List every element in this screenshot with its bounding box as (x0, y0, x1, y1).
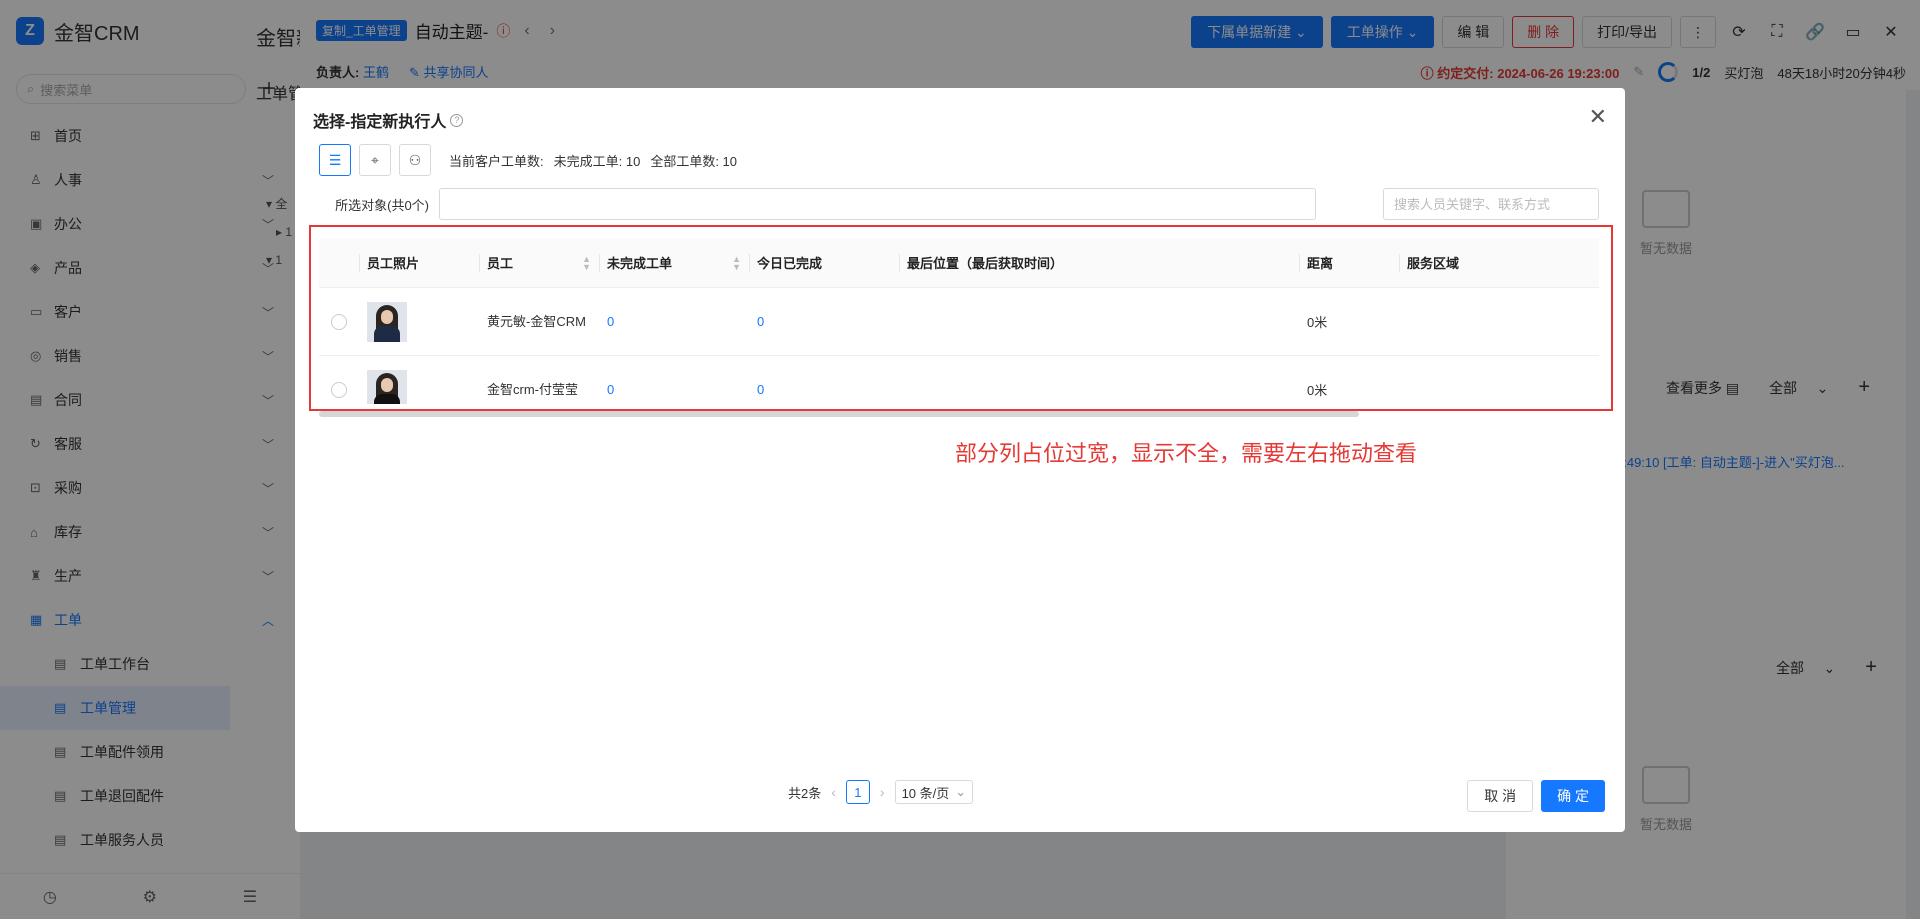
selected-objects-field[interactable] (439, 188, 1316, 220)
today-cell: 0 (749, 288, 899, 355)
col-header-today: 今日已完成 (749, 238, 899, 287)
sort-icon[interactable]: ▲ ▼ (732, 254, 741, 271)
employee-name: 黄元敏-金智CRM (487, 313, 586, 329)
avatar (367, 301, 407, 342)
pager-total: 共2条 (788, 785, 822, 801)
undone-cell: 0 (599, 356, 749, 404)
today-done-count[interactable]: 0 (757, 314, 764, 329)
last-location-cell (899, 288, 1299, 355)
selected-label: 所选对象(共0个) (335, 197, 429, 213)
col-label-area: 服务区域 (1407, 256, 1460, 271)
pagination: 共2条 ‹ 1 › 10 条/页 ⌄ (788, 780, 974, 804)
photo-cell (359, 356, 479, 404)
col-header-undone[interactable]: 未完成工单 ▲ ▼ (599, 238, 749, 287)
col-header-distance: 距离 (1299, 238, 1399, 287)
col-label-distance: 距离 (1307, 256, 1334, 271)
staff-search-input[interactable] (1383, 188, 1599, 220)
chevron-down-icon: ⌄ (955, 784, 967, 799)
list-view-icon[interactable]: ☰ (319, 144, 351, 176)
modal-close-icon[interactable]: ✕ (1589, 104, 1607, 130)
col-header-area: 服务区域 (1399, 238, 1599, 287)
employee-cell: 黄元敏-金智CRM (479, 288, 599, 355)
today-done-count[interactable]: 0 (757, 382, 764, 397)
map-pin-icon[interactable]: ⌖ (359, 144, 391, 176)
col-label-last-location: 最后位置（最后获取时间） (907, 256, 1064, 271)
distance-cell: 0米 (1307, 315, 1328, 330)
modal-footer: 取 消 确 定 (1467, 780, 1605, 812)
table-header: 员工照片 员工 ▲ ▼ 未完成工单 ▲ ▼ 今日已完成 最后位置（最后获取时间） 距离 … (319, 238, 1599, 288)
horizontal-scrollbar[interactable] (319, 411, 1359, 417)
workorder-stats: 当前客户工单数: 未完成工单: 10 全部工单数: 10 (449, 151, 737, 170)
prev-page-icon[interactable]: ‹ (831, 784, 836, 800)
photo-cell (359, 288, 479, 355)
help-icon[interactable]: ? (450, 113, 464, 127)
confirm-button[interactable]: 确 定 (1541, 780, 1605, 812)
table-row[interactable]: 黄元敏-金智CRM 0 0 0米 (319, 288, 1599, 356)
avatar (367, 369, 407, 404)
last-location-cell (899, 356, 1299, 404)
undone-count[interactable]: 0 (607, 382, 614, 397)
next-page-icon[interactable]: › (880, 784, 885, 800)
col-label-photo: 员工照片 (367, 256, 420, 271)
row-select[interactable] (319, 288, 359, 355)
undone-count[interactable]: 0 (607, 314, 614, 329)
select-executor-modal: 选择-指定新执行人 ? ✕ ☰ ⌖ ⚇ 当前客户工单数: 未完成工单: 10 全… (295, 88, 1625, 832)
modal-title: 选择-指定新执行人 ? (313, 108, 464, 132)
col-label-today: 今日已完成 (757, 256, 823, 271)
col-header-last-location: 最后位置（最后获取时间） (899, 238, 1299, 287)
annotation-text: 部分列占位过宽，显示不全，需要左右拖动查看 (955, 441, 1418, 466)
header-select-col (319, 238, 359, 287)
cancel-button[interactable]: 取 消 (1467, 780, 1534, 812)
row-select[interactable] (319, 356, 359, 404)
stats-current: 当前客户工单数: (449, 153, 544, 169)
page-number[interactable]: 1 (845, 780, 870, 804)
view-toolbar: ☰ ⌖ ⚇ 当前客户工单数: 未完成工单: 10 全部工单数: 10 (319, 144, 737, 176)
page-size-value: 10 条/页 (901, 785, 950, 801)
staff-table: 员工照片 员工 ▲ ▼ 未完成工单 ▲ ▼ 今日已完成 最后位置（最后获取时间） 距离 … (319, 238, 1599, 404)
employee-cell: 金智crm-付莹莹 (479, 356, 599, 404)
row-radio[interactable] (331, 313, 347, 330)
page-size-select[interactable]: 10 条/页 ⌄ (894, 780, 974, 804)
org-tree-icon[interactable]: ⚇ (399, 144, 431, 176)
undone-cell: 0 (599, 288, 749, 355)
row-radio[interactable] (331, 381, 347, 398)
area-cell (1399, 356, 1599, 404)
col-header-photo: 员工照片 (359, 238, 479, 287)
sort-icon[interactable]: ▲ ▼ (582, 254, 591, 271)
stats-undone: 未完成工单: 10 (553, 153, 641, 169)
today-cell: 0 (749, 356, 899, 404)
area-cell (1399, 288, 1599, 355)
col-label-undone: 未完成工单 (607, 256, 673, 271)
employee-name: 金智crm-付莹莹 (487, 381, 578, 397)
modal-title-text: 选择-指定新执行人 (313, 114, 447, 131)
stats-total: 全部工单数: 10 (650, 153, 737, 169)
col-header-employee[interactable]: 员工 ▲ ▼ (479, 238, 599, 287)
distance-cell: 0米 (1307, 383, 1328, 398)
table-row[interactable]: 金智crm-付莹莹 0 0 0米 (319, 356, 1599, 404)
col-label-employee: 员工 (487, 256, 514, 271)
